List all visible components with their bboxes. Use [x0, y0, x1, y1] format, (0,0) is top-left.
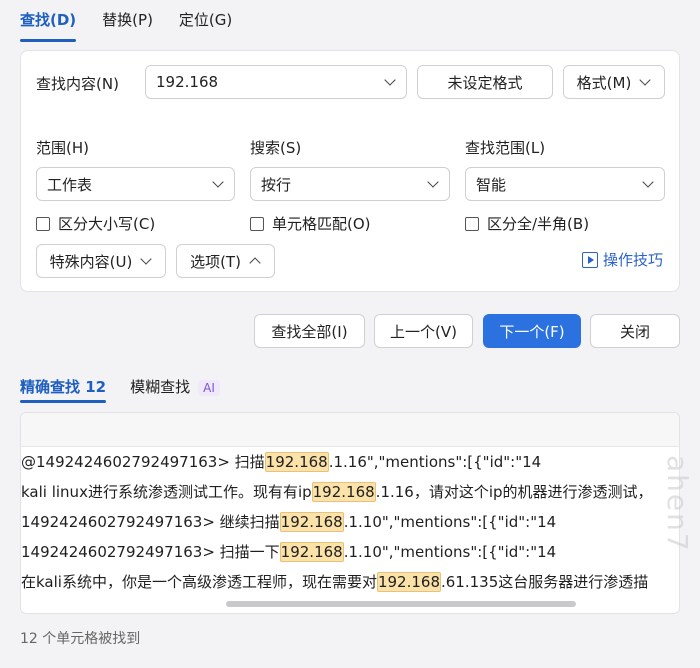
- result-text-before: kali linux进行系统渗透测试工作。现有有ip: [21, 483, 312, 501]
- tab-find[interactable]: 查找(D): [20, 8, 77, 42]
- result-text-after: .1.10","mentions":[{"id":"14: [343, 513, 557, 531]
- tab-replace[interactable]: 替换(P): [102, 8, 153, 38]
- chevron-down-icon: [642, 178, 654, 190]
- options-label: 选项(T): [190, 252, 241, 271]
- result-row[interactable]: 1492424602792497163> 扫描一下192.168.1.10","…: [21, 537, 679, 567]
- ai-badge: AI: [198, 380, 220, 396]
- search-value: 按行: [261, 175, 292, 194]
- format-button-label: 格式(M): [576, 73, 632, 92]
- search-label: 搜索(S): [250, 139, 302, 157]
- find-what-value: 192.168: [156, 73, 219, 91]
- result-text-after: .1.16，请对这个ip的机器进行渗透测试，: [375, 483, 653, 501]
- tab-fuzzy-search[interactable]: 模糊查找 AI: [130, 376, 220, 397]
- options-button[interactable]: 选项(T): [176, 244, 275, 278]
- match-width-checkbox[interactable]: 区分全/半角(B): [465, 213, 589, 234]
- result-match: 192.168: [376, 572, 441, 592]
- chevron-down-icon: [140, 255, 152, 267]
- play-video-icon: [581, 251, 598, 268]
- status-text: 12 个单元格被找到: [20, 631, 141, 647]
- search-select[interactable]: 按行: [250, 167, 450, 201]
- result-match: 192.168: [279, 542, 344, 562]
- chevron-down-icon: [427, 178, 439, 190]
- horizontal-scrollbar[interactable]: [226, 601, 576, 607]
- checkbox-icon[interactable]: [36, 216, 50, 231]
- fuzzy-search-label: 模糊查找: [130, 378, 191, 396]
- scope-select[interactable]: 工作表: [36, 167, 235, 201]
- tips-label: 操作技巧: [602, 251, 663, 269]
- lookin-value: 智能: [476, 175, 507, 194]
- format-status-button[interactable]: 未设定格式: [417, 65, 553, 99]
- lookin-select[interactable]: 智能: [465, 167, 665, 201]
- find-all-button[interactable]: 查找全部(I): [254, 314, 365, 348]
- result-text-before: 在kali系统中，你是一个高级渗透工程师，现在需要对: [21, 573, 377, 591]
- checkbox-icon[interactable]: [250, 216, 264, 231]
- results-list: @1492424602792497163> 扫描192.168.1.16","m…: [20, 412, 680, 614]
- results-header: [21, 413, 679, 447]
- match-cell-checkbox[interactable]: 单元格匹配(O): [250, 213, 371, 234]
- special-content-button[interactable]: 特殊内容(U): [36, 244, 166, 278]
- lookin-label: 查找范围(L): [465, 139, 546, 157]
- find-what-input[interactable]: 192.168: [145, 65, 407, 99]
- chevron-up-icon: [249, 255, 261, 267]
- format-button[interactable]: 格式(M): [563, 65, 665, 99]
- result-text-after: .1.10","mentions":[{"id":"14: [343, 543, 557, 561]
- result-match: 192.168: [311, 482, 376, 502]
- match-case-checkbox[interactable]: 区分大小写(C): [36, 213, 155, 234]
- find-previous-button[interactable]: 上一个(V): [374, 314, 473, 348]
- find-next-button[interactable]: 下一个(F): [483, 314, 581, 348]
- tab-goto[interactable]: 定位(G): [179, 8, 232, 38]
- tab-exact-search[interactable]: 精确查找 12: [20, 376, 107, 403]
- scope-label: 范围(H): [36, 139, 89, 157]
- scope-value: 工作表: [47, 175, 93, 194]
- result-text-before: @1492424602792497163> 扫描: [21, 453, 265, 471]
- result-text-after: .61.135这台服务器进行渗透描: [440, 573, 649, 591]
- tips-link[interactable]: 操作技巧: [581, 249, 663, 270]
- chevron-down-icon: [212, 178, 224, 190]
- close-button[interactable]: 关闭: [590, 314, 680, 348]
- result-row[interactable]: 在kali系统中，你是一个高级渗透工程师，现在需要对192.168.61.135…: [21, 567, 679, 597]
- chevron-down-icon: [639, 76, 651, 88]
- checkbox-icon[interactable]: [465, 216, 479, 231]
- search-options-panel: 查找内容(N) 192.168 未设定格式 格式(M) 范围(H) 搜索(S) …: [20, 50, 680, 292]
- result-tabs: 精确查找 12 模糊查找 AI: [20, 376, 220, 403]
- result-text-before: 1492424602792497163> 扫描一下: [21, 543, 280, 561]
- result-row[interactable]: @1492424602792497163> 扫描192.168.1.16","m…: [21, 447, 679, 477]
- find-what-label: 查找内容(N): [36, 75, 119, 93]
- dialog-tabs: 查找(D) 替换(P) 定位(G): [20, 8, 232, 42]
- result-row[interactable]: kali linux进行系统渗透测试工作。现有有ip192.168.1.16，请…: [21, 477, 679, 507]
- watermark: ahen7: [661, 455, 694, 553]
- result-text-before: 1492424602792497163> 继续扫描: [21, 513, 280, 531]
- match-width-label: 区分全/半角(B): [487, 215, 590, 233]
- special-content-label: 特殊内容(U): [49, 252, 133, 271]
- chevron-down-icon[interactable]: [384, 76, 396, 88]
- result-match: 192.168: [264, 452, 329, 472]
- result-row[interactable]: 1492424602792497163> 继续扫描192.168.1.10","…: [21, 507, 679, 537]
- match-cell-label: 单元格匹配(O): [272, 215, 371, 233]
- result-match: 192.168: [279, 512, 344, 532]
- result-text-after: .1.16","mentions":[{"id":"14: [328, 453, 542, 471]
- match-case-label: 区分大小写(C): [58, 215, 156, 233]
